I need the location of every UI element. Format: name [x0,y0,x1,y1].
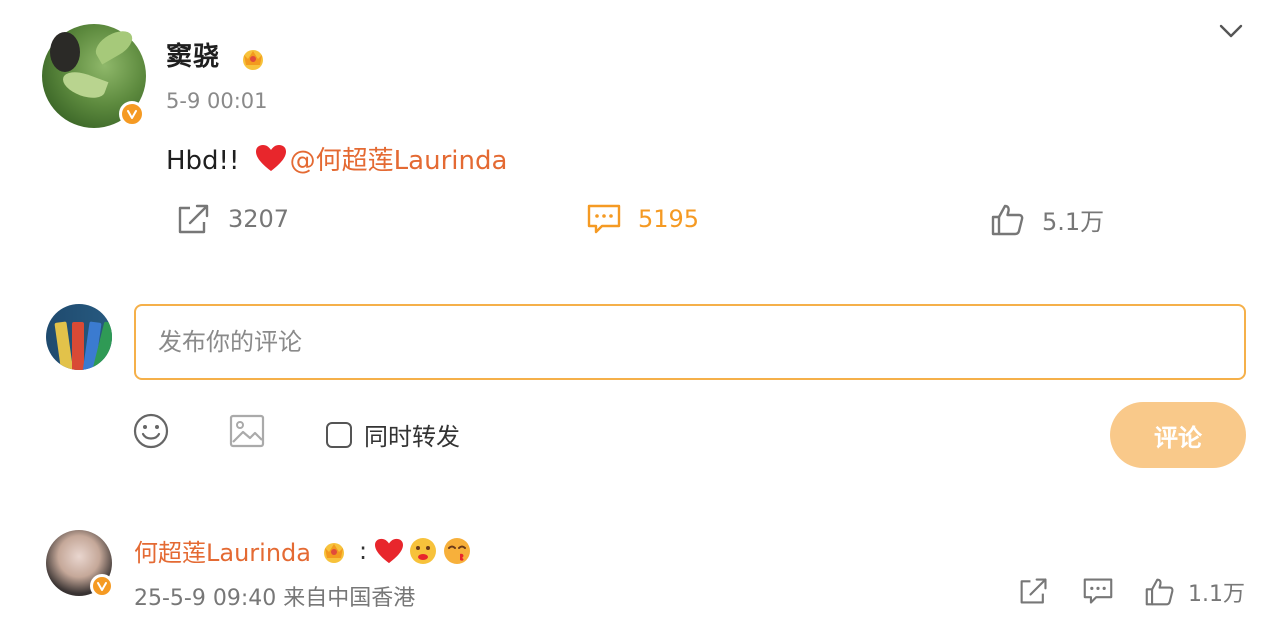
reply-colon: : [358,536,368,565]
avatar-leaf-shape [59,67,109,103]
post-body: Hbd!! @何超莲Laurinda [166,140,507,177]
submit-comment-button[interactable]: 评论 [1110,402,1246,468]
post-timestamp[interactable]: 5-9 00:01 [166,89,268,113]
chevron-down-icon[interactable] [1218,22,1244,40]
thumbs-up-icon [991,204,1024,235]
avatar-pencil-shape [72,322,84,370]
thumbs-up-icon [1145,578,1174,606]
reply-meta: 25-5-9 09:40 来自中国香港 [134,586,416,611]
author-name-row: 窦骁 [166,36,268,73]
comment-count: 5195 [638,205,700,233]
avatar-pencil-shape [54,321,74,370]
share-arrow-icon [1020,578,1047,604]
reply-like-count: 1.1万 [1188,582,1245,607]
reply-like-button[interactable]: 1.1万 [1144,576,1245,608]
reply-author-avatar[interactable] [46,530,114,598]
avatar-hair-shape [50,32,80,72]
avatar-leaf-shape [91,25,137,65]
reply-comment-button[interactable] [1082,576,1126,606]
verified-icon [90,574,114,598]
comment-button[interactable]: 5195 [586,202,699,236]
reply-author-name[interactable]: 何超莲Laurinda [134,533,311,568]
author-name[interactable]: 窦骁 [166,42,220,72]
comment-input[interactable] [134,304,1246,380]
like-count: 5.1万 [1042,208,1105,236]
verified-icon [119,101,145,127]
repost-count: 3207 [228,205,290,233]
repost-checkbox-label: 同时转发 [364,423,460,451]
thinking-emoji-icon [410,537,437,564]
like-button[interactable]: 5.1万 [990,202,1104,237]
crown-icon [243,49,264,70]
reply-content: 何超莲Laurinda : [134,533,473,568]
repost-checkbox[interactable] [326,421,352,448]
crown-icon [323,542,344,563]
repost-button[interactable]: 3207 [176,202,289,236]
heart-emoji-icon [255,145,286,171]
blowing-kiss-emoji-icon [444,537,471,564]
mention-link[interactable]: @何超莲Laurinda [290,146,508,176]
smiley-icon[interactable] [132,412,170,450]
image-icon[interactable] [228,412,266,450]
current-user-avatar[interactable] [46,304,112,370]
heart-emoji-icon [375,538,404,563]
reply-repost-button[interactable] [1018,576,1062,606]
comment-bubble-icon [587,204,621,234]
comment-bubble-icon [1083,578,1113,604]
share-arrow-icon [178,204,209,234]
simultaneous-repost-option[interactable]: 同时转发 [326,417,460,452]
author-avatar[interactable] [42,24,146,128]
post-text-prefix: Hbd!! [166,146,248,176]
